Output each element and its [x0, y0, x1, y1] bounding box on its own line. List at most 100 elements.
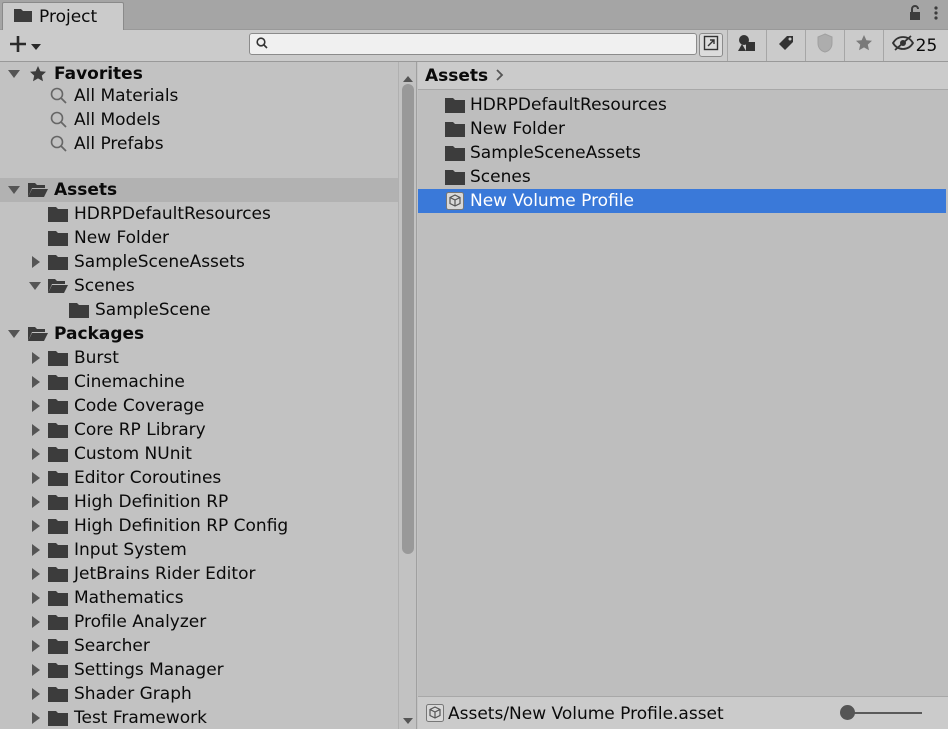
package-folder[interactable]: Test Framework [0, 706, 398, 729]
asset-list-panel[interactable]: Assets HDRPDefaultResources New Folder S… [418, 62, 948, 729]
search-icon [256, 34, 268, 54]
package-folder[interactable]: Custom NUnit [0, 442, 398, 466]
favorites-header[interactable]: Favorites [0, 62, 398, 86]
package-folder[interactable]: Settings Manager [0, 658, 398, 682]
collapsed-arrow-icon[interactable] [30, 568, 42, 580]
tree-folder[interactable]: Scenes [0, 274, 398, 298]
collapsed-arrow-icon[interactable] [30, 712, 42, 724]
collapsed-arrow-icon[interactable] [30, 688, 42, 700]
package-folder-label: Code Coverage [74, 396, 205, 416]
favorites-item-label: All Prefabs [74, 134, 164, 154]
tree-scrollbar[interactable] [398, 62, 417, 729]
package-folder[interactable]: Burst [0, 346, 398, 370]
expanded-arrow-icon[interactable] [8, 68, 20, 80]
collapsed-arrow-icon[interactable] [30, 472, 42, 484]
selected-asset-path: Assets/New Volume Profile.asset [448, 704, 724, 724]
expanded-arrow-icon[interactable] [8, 184, 20, 196]
volume-profile-asset-icon [426, 704, 444, 727]
icon-size-slider-track[interactable] [848, 712, 922, 714]
collapsed-arrow-icon[interactable] [30, 352, 42, 364]
search-input[interactable] [272, 34, 696, 54]
tree-folder[interactable]: SampleSceneAssets [0, 250, 398, 274]
package-folder[interactable]: Editor Coroutines [0, 466, 398, 490]
favorite-button[interactable] [844, 30, 882, 61]
expanded-arrow-icon[interactable] [8, 328, 20, 340]
package-folder[interactable]: Input System [0, 538, 398, 562]
asset-list-item[interactable]: SampleSceneAssets [418, 141, 946, 165]
breadcrumb-assets[interactable]: Assets [425, 66, 488, 86]
folder-icon [48, 637, 68, 655]
asset-list-item[interactable]: New Folder [418, 117, 946, 141]
collapsed-arrow-icon[interactable] [30, 592, 42, 604]
tree-folder[interactable]: New Folder [0, 226, 398, 250]
package-folder[interactable]: JetBrains Rider Editor [0, 562, 398, 586]
tree-folder-label: HDRPDefaultResources [74, 204, 271, 224]
package-folder-label: JetBrains Rider Editor [74, 564, 256, 584]
scrollbar-thumb[interactable] [402, 84, 414, 554]
favorites-item-label: All Materials [74, 86, 179, 106]
packages-header[interactable]: Packages [0, 322, 398, 346]
hidden-packages-toggle[interactable]: 25 [883, 30, 945, 61]
asset-list-item[interactable]: HDRPDefaultResources [418, 93, 946, 117]
collapsed-arrow-icon[interactable] [30, 400, 42, 412]
folder-icon [48, 613, 68, 631]
tree-folder[interactable]: SampleScene [0, 298, 398, 322]
package-folder[interactable]: Mathematics [0, 586, 398, 610]
scroll-down-arrow-icon[interactable] [403, 710, 413, 729]
search-popout-button[interactable] [699, 33, 723, 57]
favorites-label: Favorites [54, 64, 143, 84]
package-folder-label: Profile Analyzer [74, 612, 207, 632]
folder-tree-panel[interactable]: Favorites All Materials All Models All P… [0, 62, 398, 729]
lock-icon[interactable] [908, 5, 922, 26]
collapsed-arrow-icon[interactable] [30, 640, 42, 652]
create-button[interactable] [8, 33, 41, 59]
favorites-item[interactable]: All Materials [0, 84, 398, 108]
package-folder[interactable]: Code Coverage [0, 394, 398, 418]
folder-icon [48, 685, 68, 703]
collapsed-arrow-icon[interactable] [30, 616, 42, 628]
collapsed-arrow-icon[interactable] [30, 424, 42, 436]
asset-list-item-selected[interactable]: New Volume Profile [418, 189, 946, 213]
favorites-item[interactable]: All Prefabs [0, 132, 398, 156]
package-folder[interactable]: High Definition RP Config [0, 514, 398, 538]
folder-icon [48, 373, 68, 391]
search-icon [49, 111, 69, 129]
assets-header[interactable]: Assets [0, 178, 398, 202]
search-field[interactable] [249, 33, 697, 55]
collapsed-arrow-icon[interactable] [30, 544, 42, 556]
search-by-label-button[interactable] [766, 30, 804, 61]
package-folder[interactable]: Cinemachine [0, 370, 398, 394]
favorites-item[interactable]: All Models [0, 108, 398, 132]
plus-icon [8, 34, 28, 59]
folder-icon [48, 661, 68, 679]
search-by-type-button[interactable] [727, 30, 765, 61]
package-folder[interactable]: Core RP Library [0, 418, 398, 442]
folder-icon [14, 7, 32, 27]
collapsed-arrow-icon[interactable] [30, 520, 42, 532]
kebab-menu-icon[interactable] [934, 5, 938, 26]
icon-size-slider-knob[interactable] [840, 705, 855, 720]
folder-icon [445, 120, 465, 138]
package-folder[interactable]: Shader Graph [0, 682, 398, 706]
tree-folder[interactable]: HDRPDefaultResources [0, 202, 398, 226]
package-folder[interactable]: Searcher [0, 634, 398, 658]
asset-list-item[interactable]: Scenes [418, 165, 946, 189]
collapsed-arrow-icon[interactable] [30, 256, 42, 268]
search-by-importlog-button[interactable] [805, 30, 843, 61]
package-folder-label: Custom NUnit [74, 444, 192, 464]
shield-icon [816, 33, 834, 58]
package-folder[interactable]: Profile Analyzer [0, 610, 398, 634]
tab-project[interactable]: Project [2, 2, 124, 30]
collapsed-arrow-icon[interactable] [30, 664, 42, 676]
collapsed-arrow-icon[interactable] [30, 376, 42, 388]
package-folder-label: Settings Manager [74, 660, 224, 680]
folder-icon [48, 493, 68, 511]
tag-icon [777, 34, 795, 57]
collapsed-arrow-icon[interactable] [30, 448, 42, 460]
tree-folder-label: New Folder [74, 228, 170, 248]
package-folder[interactable]: High Definition RP [0, 490, 398, 514]
expanded-arrow-icon[interactable] [29, 280, 41, 292]
tree-folder-label: SampleSceneAssets [74, 252, 245, 272]
collapsed-arrow-icon[interactable] [30, 496, 42, 508]
package-folder-label: Input System [74, 540, 187, 560]
